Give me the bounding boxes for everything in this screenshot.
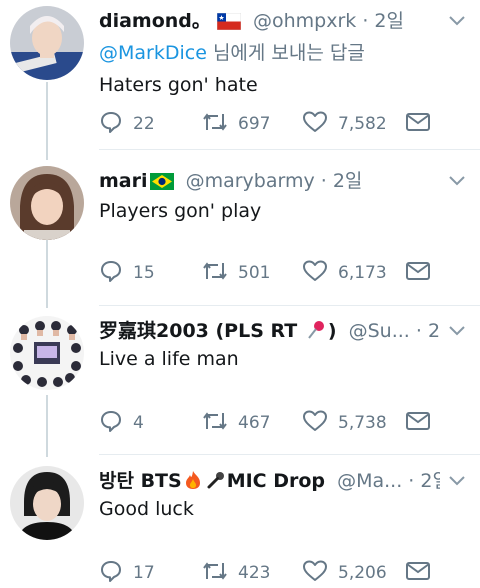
pushpin-icon	[306, 319, 326, 346]
envelope-icon	[405, 111, 441, 138]
avatar[interactable]	[10, 166, 84, 240]
reply-count: 22	[133, 114, 155, 134]
avatar[interactable]	[10, 466, 84, 540]
retweet-icon	[202, 259, 238, 288]
retweet-count: 697	[238, 114, 271, 134]
separator-dot: ·	[415, 320, 422, 342]
divider	[99, 149, 480, 150]
tweet-actions: 15 501 6,173	[99, 259, 449, 287]
chile-flag-icon	[216, 9, 242, 36]
display-name[interactable]: diamond。	[99, 10, 211, 32]
envelope-icon	[405, 260, 441, 287]
heart-icon	[302, 110, 338, 139]
retweet-button[interactable]: 501	[202, 259, 270, 287]
timestamp[interactable]: 2일	[428, 320, 440, 342]
retweet-icon	[202, 559, 238, 588]
reply-context: @MarkDice 님에게 보내는 답글	[99, 40, 460, 66]
chevron-down-icon[interactable]	[448, 472, 466, 491]
heart-icon	[302, 409, 338, 438]
tweet[interactable]: mari @marybarmy · 2일 Players gon' play 1…	[0, 166, 480, 304]
display-name-end[interactable]: )	[328, 320, 337, 342]
timestamp[interactable]: 2일	[374, 10, 404, 32]
microphone-icon	[206, 469, 226, 496]
reply-icon	[99, 110, 133, 139]
tweet[interactable]: 罗嘉琪2003 (PLS RT ) @Su... · 2일 Live a lif…	[0, 316, 480, 452]
tweet-header: 罗嘉琪2003 (PLS RT ) @Su... · 2일	[99, 316, 440, 346]
dm-button[interactable]	[405, 110, 441, 138]
display-name[interactable]: 罗嘉琪2003 (PLS RT	[99, 320, 304, 342]
timestamp[interactable]: 2일	[333, 170, 363, 192]
retweet-icon	[202, 409, 238, 438]
reply-button[interactable]: 15	[99, 259, 155, 287]
tweet-text: Haters gon' hate	[99, 74, 258, 96]
tweet-text: Good luck	[99, 498, 194, 520]
retweet-button[interactable]: 697	[202, 110, 270, 138]
divider	[99, 454, 480, 455]
tweet-header: diamond。 @ohmpxrk · 2일	[99, 6, 440, 36]
like-button[interactable]: 6,173	[302, 259, 387, 287]
retweet-count: 501	[238, 263, 271, 283]
display-name-mid[interactable]: MIC Drop	[227, 470, 325, 492]
separator-dot: ·	[362, 10, 369, 32]
retweet-count: 467	[238, 413, 271, 433]
reply-count: 4	[133, 413, 144, 433]
avatar[interactable]	[10, 316, 84, 390]
reply-suffix: 님에게 보내는 답글	[206, 42, 365, 64]
tweet-text: Players gon' play	[99, 200, 262, 222]
reply-icon	[99, 409, 133, 438]
separator-dot: ·	[320, 170, 327, 192]
envelope-icon	[405, 560, 441, 587]
like-button[interactable]: 7,582	[302, 110, 387, 138]
chevron-down-icon[interactable]	[448, 172, 466, 191]
tweet-actions: 4 467 5,738	[99, 409, 449, 437]
dm-button[interactable]	[405, 409, 441, 437]
display-name[interactable]: mari	[99, 170, 148, 192]
tweet-header: 방탄 BTS MIC Drop @Ma... · 2일	[99, 466, 440, 496]
tweet[interactable]: 방탄 BTSMIC Drop @Ma... · 2일 Good luck 17 …	[0, 466, 480, 583]
heart-icon	[302, 559, 338, 588]
retweet-icon	[202, 110, 238, 139]
like-count: 7,582	[338, 114, 387, 134]
display-name[interactable]: 방탄 BTS	[99, 470, 182, 492]
chevron-down-icon[interactable]	[448, 322, 466, 341]
fire-icon	[184, 469, 202, 496]
brazil-flag-icon	[149, 169, 174, 196]
tweet[interactable]: diamond。 @ohmpxrk · 2일 @MarkDice 님에게 보내는…	[0, 6, 480, 146]
dm-button[interactable]	[405, 259, 441, 287]
like-count: 6,173	[338, 263, 387, 283]
mention-link[interactable]: @MarkDice	[99, 42, 207, 64]
reply-icon	[99, 559, 133, 588]
tweet-actions: 22 697 7,582	[99, 110, 449, 138]
heart-icon	[302, 259, 338, 288]
handle[interactable]: @marybarmy	[186, 170, 315, 192]
like-button[interactable]: 5,738	[302, 409, 387, 437]
separator-dot: ·	[408, 470, 415, 492]
tweet-header: mari @marybarmy · 2일	[99, 166, 440, 196]
retweet-button[interactable]: 467	[202, 409, 270, 437]
reply-icon	[99, 259, 133, 288]
handle[interactable]: @ohmpxrk	[253, 10, 356, 32]
avatar[interactable]	[10, 6, 84, 80]
reply-count: 15	[133, 263, 155, 283]
divider	[99, 305, 480, 306]
chevron-down-icon[interactable]	[448, 12, 466, 31]
like-count: 5,738	[338, 413, 387, 433]
envelope-icon	[405, 410, 441, 437]
handle[interactable]: @Ma...	[337, 470, 402, 492]
timestamp[interactable]: 2일	[420, 470, 440, 492]
reply-button[interactable]: 22	[99, 110, 155, 138]
tweet-text: Live a life man	[99, 348, 239, 370]
handle[interactable]: @Su...	[349, 320, 410, 342]
reply-button[interactable]: 4	[99, 409, 144, 437]
